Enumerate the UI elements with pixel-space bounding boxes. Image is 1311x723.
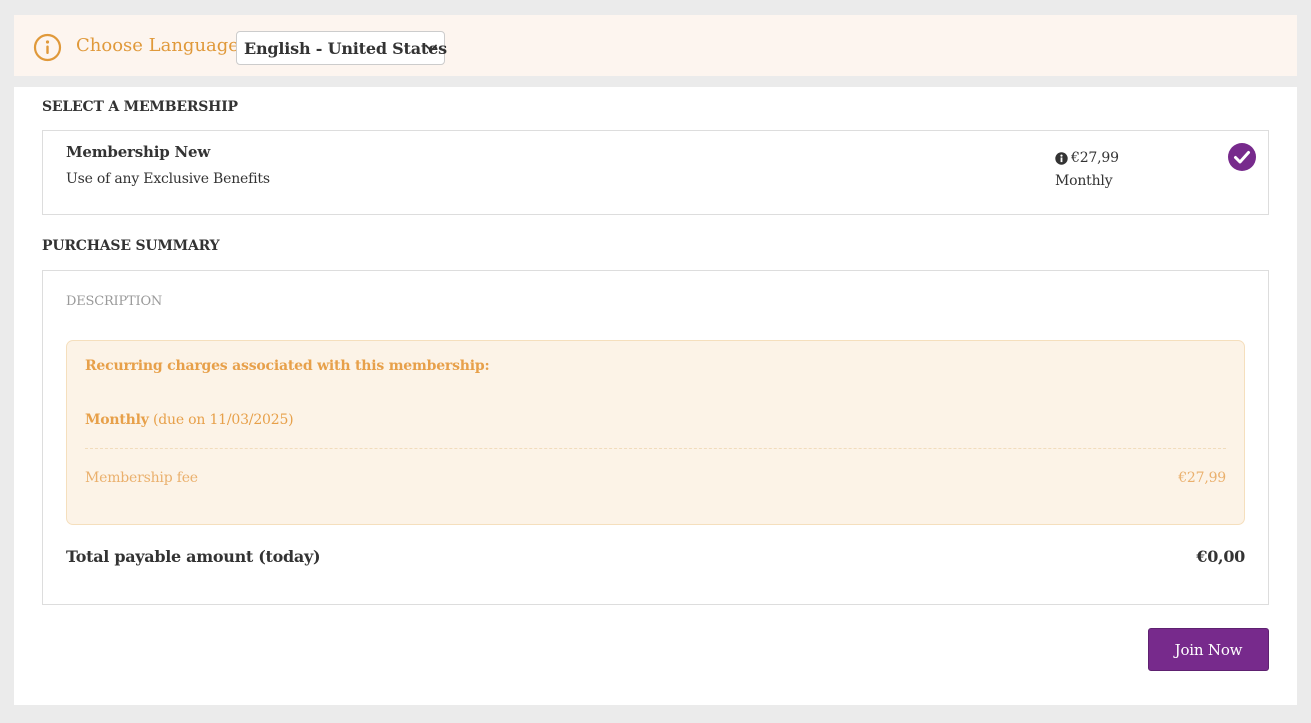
membership-price-block: €27,99 Monthly (1055, 147, 1119, 193)
language-select-value: English - United States (244, 38, 447, 58)
choose-language-label: Choose Language (76, 35, 239, 56)
membership-description: Use of any Exclusive Benefits (66, 171, 270, 187)
purchase-summary-title: PURCHASE SUMMARY (42, 238, 220, 254)
recurring-charges-panel: Recurring charges associated with this m… (66, 340, 1245, 525)
membership-fee-label: Membership fee (85, 470, 198, 486)
language-select[interactable]: English - United States (236, 31, 447, 65)
recurring-period-line: Monthly (due on 11/03/2025) (85, 412, 294, 428)
description-header: DESCRIPTION (66, 294, 163, 309)
membership-period: Monthly (1055, 173, 1113, 189)
membership-fee-amount: €27,99 (1178, 470, 1226, 486)
join-now-button[interactable]: Join Now (1148, 628, 1269, 671)
total-payable-amount: €0,00 (1196, 547, 1245, 566)
select-membership-title: SELECT A MEMBERSHIP (42, 99, 238, 115)
membership-price: €27,99 (1071, 150, 1119, 166)
check-circle-icon[interactable] (1228, 143, 1256, 171)
membership-name: Membership New (66, 143, 211, 161)
price-info-icon[interactable] (1055, 152, 1068, 165)
recurring-due-date: (due on 11/03/2025) (152, 412, 294, 428)
charges-divider (85, 448, 1226, 449)
language-bar: Choose Language English - United States (14, 15, 1297, 76)
info-circle-icon (33, 33, 62, 62)
total-payable-label: Total payable amount (today) (66, 547, 321, 566)
purchase-summary-box: DESCRIPTION Recurring charges associated… (42, 270, 1269, 605)
membership-card: SELECT A MEMBERSHIP Membership New Use o… (14, 87, 1297, 705)
chevron-down-icon (425, 44, 437, 52)
recurring-period: Monthly (85, 412, 149, 428)
recurring-charges-heading: Recurring charges associated with this m… (85, 358, 490, 374)
membership-option[interactable]: Membership New Use of any Exclusive Bene… (42, 130, 1269, 215)
